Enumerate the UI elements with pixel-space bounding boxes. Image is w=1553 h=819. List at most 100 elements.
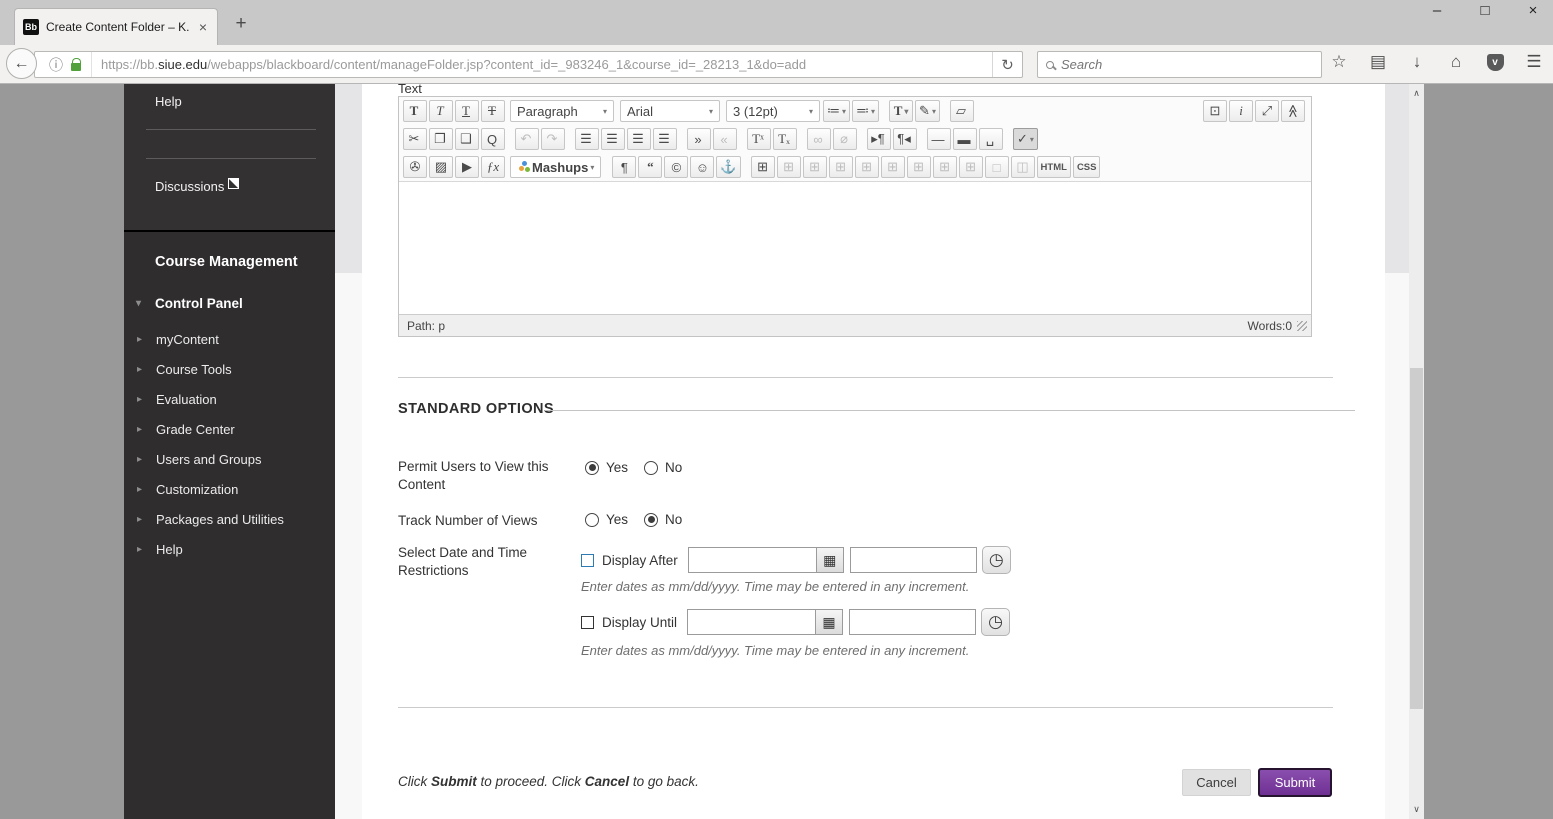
text-color-icon[interactable]: T ▾: [889, 100, 914, 122]
close-button[interactable]: ×: [1523, 2, 1543, 19]
undo-icon[interactable]: ↶: [515, 128, 539, 150]
insert-column-left-icon[interactable]: ⊞: [906, 156, 931, 178]
outdent-icon[interactable]: «: [713, 128, 737, 150]
calendar-icon[interactable]: ▦: [816, 547, 844, 573]
maximize-button[interactable]: □: [1475, 2, 1495, 19]
radio-selected-icon[interactable]: [585, 460, 599, 475]
pocket-icon[interactable]: v: [1482, 49, 1508, 75]
minimize-button[interactable]: –: [1427, 2, 1447, 19]
sidebar-item-control-panel[interactable]: ▾ Control Panel: [136, 296, 243, 311]
display-after-date-input[interactable]: [687, 547, 817, 573]
site-identity[interactable]: ⓘ: [35, 52, 92, 77]
sidebar-item-discussions[interactable]: Discussions: [155, 178, 240, 194]
fullscreen-icon[interactable]: ⤢: [1255, 100, 1279, 122]
row-properties-icon[interactable]: ⊞: [776, 156, 801, 178]
delete-row-icon[interactable]: ⊞: [880, 156, 905, 178]
highlight-icon[interactable]: ✎ ▾: [915, 100, 940, 122]
home-icon[interactable]: ⌂: [1443, 49, 1469, 75]
clear-format-icon[interactable]: ▱: [949, 100, 974, 122]
insert-row-above-icon[interactable]: ⊞: [828, 156, 853, 178]
editor-resize-handle[interactable]: [1297, 320, 1307, 331]
ltr-icon[interactable]: ¶◂: [893, 128, 917, 150]
delete-column-icon[interactable]: ⊞: [958, 156, 983, 178]
display-after-time-input[interactable]: [849, 547, 977, 573]
menu-icon[interactable]: ☰: [1521, 49, 1547, 75]
scroll-up-icon[interactable]: ∧: [1409, 86, 1424, 101]
indent-icon[interactable]: »: [687, 128, 711, 150]
insert-table-icon[interactable]: ⊞: [750, 156, 775, 178]
italic-icon[interactable]: T: [429, 100, 453, 122]
editor-text-area[interactable]: [399, 181, 1311, 314]
back-button[interactable]: ←: [6, 48, 37, 79]
font-size-select[interactable]: 3 (12pt) ▾: [726, 100, 820, 122]
sidebar-item-users-and-groups[interactable]: ▸ Users and Groups: [124, 444, 335, 474]
permit-no-option[interactable]: No: [644, 460, 682, 475]
css-button[interactable]: CSS: [1072, 156, 1101, 178]
insert-image-icon[interactable]: ▨: [429, 156, 453, 178]
sidebar-item-help-top[interactable]: Help: [155, 94, 182, 109]
clock-icon[interactable]: ◷: [981, 546, 1011, 574]
scroll-down-icon[interactable]: ∨: [1409, 802, 1424, 817]
insert-column-right-icon[interactable]: ⊞: [932, 156, 957, 178]
superscript-icon[interactable]: Tˣ: [747, 128, 771, 150]
collapse-toolbar-icon[interactable]: ≫: [1281, 100, 1305, 122]
submit-button[interactable]: Submit: [1258, 768, 1332, 797]
clock-icon[interactable]: ◷: [981, 608, 1011, 636]
search-input[interactable]: [1061, 57, 1313, 72]
insert-row-below-icon[interactable]: ⊞: [854, 156, 879, 178]
vertical-scrollbar[interactable]: ∧ ∨: [1409, 84, 1424, 819]
sidebar-item-packages-and-utilities[interactable]: ▸ Packages and Utilities: [124, 504, 335, 534]
anchor-icon[interactable]: ⚓: [716, 156, 741, 178]
display-until-date-input[interactable]: [687, 609, 817, 635]
sidebar-item-customization[interactable]: ▸ Customization: [124, 474, 335, 504]
split-cells-icon[interactable]: ◫: [1010, 156, 1035, 178]
html-source-button[interactable]: HTML: [1036, 156, 1071, 178]
preview-icon[interactable]: ⊡: [1203, 100, 1227, 122]
radio-selected-icon[interactable]: [644, 512, 659, 527]
radio-icon[interactable]: [585, 512, 599, 527]
symbol-icon[interactable]: ©: [664, 156, 689, 178]
radio-icon[interactable]: [644, 460, 659, 475]
sidebar-item-help[interactable]: ▸ Help: [124, 534, 335, 564]
nbsp-icon[interactable]: ␣: [979, 128, 1003, 150]
math-editor-icon[interactable]: ƒx: [481, 156, 505, 178]
display-until-time-input[interactable]: [849, 609, 977, 635]
sidebar-item-grade-center[interactable]: ▸ Grade Center: [124, 414, 335, 444]
accessibility-icon[interactable]: i: [1229, 100, 1253, 122]
mashups-select[interactable]: Mashups ▾: [510, 156, 602, 178]
hr-icon[interactable]: —: [927, 128, 951, 150]
link-icon[interactable]: ∞: [807, 128, 831, 150]
unlink-icon[interactable]: ⌀: [833, 128, 857, 150]
info-icon[interactable]: ⓘ: [49, 55, 63, 75]
subscript-icon[interactable]: Tₓ: [773, 128, 797, 150]
scrollbar-thumb[interactable]: [1410, 368, 1423, 709]
redo-icon[interactable]: ↷: [541, 128, 565, 150]
font-family-select[interactable]: Arial ▾: [620, 100, 720, 122]
attach-file-icon[interactable]: ✇: [403, 156, 427, 178]
search-bar[interactable]: [1037, 51, 1322, 78]
numbered-list-icon[interactable]: ≕ ▾: [852, 100, 880, 122]
track-no-option[interactable]: No: [644, 512, 682, 527]
bookmark-star-icon[interactable]: ☆: [1326, 49, 1352, 75]
cut-icon[interactable]: ✂: [403, 128, 427, 150]
underline-icon[interactable]: T: [455, 100, 479, 122]
strikethrough-icon[interactable]: T: [481, 100, 505, 122]
copy-icon[interactable]: ❐: [429, 128, 453, 150]
bookmarks-panel-icon[interactable]: ▤: [1365, 49, 1391, 75]
blockquote-icon[interactable]: “: [638, 156, 663, 178]
align-right-icon[interactable]: ☰: [627, 128, 651, 150]
sidebar-item-evaluation[interactable]: ▸ Evaluation: [124, 384, 335, 414]
spellcheck-icon[interactable]: ✓ ▾: [1013, 128, 1038, 150]
thick-hr-icon[interactable]: ▬: [953, 128, 977, 150]
bold-icon[interactable]: T: [403, 100, 427, 122]
insert-video-icon[interactable]: ▶: [455, 156, 479, 178]
merge-cells-icon[interactable]: □: [984, 156, 1009, 178]
sidebar-item-course-tools[interactable]: ▸ Course Tools: [124, 354, 335, 384]
new-tab-button[interactable]: +: [228, 13, 254, 35]
reload-button[interactable]: ↻: [992, 52, 1022, 77]
url-text[interactable]: https://bb.siue.edu/webapps/blackboard/c…: [92, 57, 992, 72]
display-after-checkbox[interactable]: [581, 553, 594, 567]
track-yes-option[interactable]: Yes: [585, 512, 628, 527]
rtl-icon[interactable]: ▸¶: [867, 128, 891, 150]
paragraph-style-select[interactable]: Paragraph ▾: [510, 100, 614, 122]
